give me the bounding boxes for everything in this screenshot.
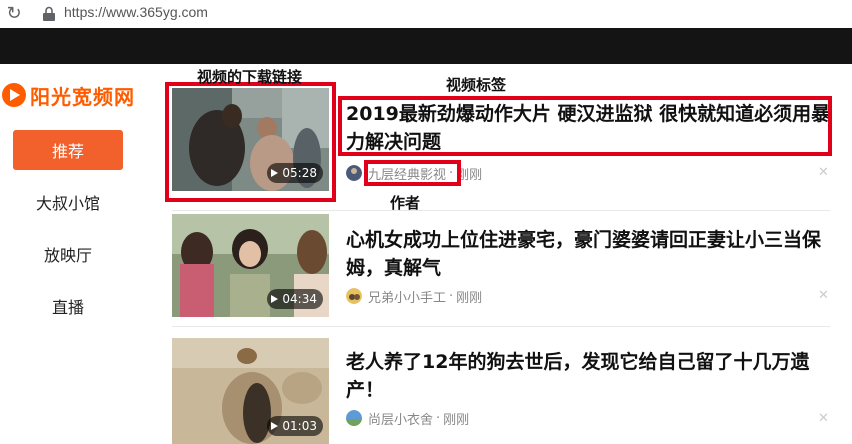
author-avatar[interactable] <box>346 165 362 181</box>
url-field[interactable]: https://www.365yg.com <box>64 4 208 20</box>
logo-text: 阳光宽频网 <box>30 84 135 109</box>
sidebar-item-live[interactable]: 直播 <box>13 294 123 318</box>
play-logo-icon <box>2 83 26 107</box>
annotation-label-download: 视频的下载链接 <box>197 68 303 86</box>
author-avatar[interactable] <box>346 410 362 426</box>
annotation-box-thumbnail <box>165 82 336 202</box>
dismiss-icon[interactable]: ✕ <box>818 411 829 426</box>
sidebar-item-label: 大叔小馆 <box>35 194 100 213</box>
play-icon <box>271 295 279 303</box>
site-top-bar <box>0 28 852 64</box>
video-title[interactable]: 心机女成功上位住进豪宅，豪门婆婆请回正妻让小三当保姆，真解气 <box>346 226 836 282</box>
video-thumbnail[interactable]: 04:34 <box>172 214 329 317</box>
annotation-box-author <box>364 160 461 186</box>
feed-divider <box>172 326 830 327</box>
play-icon <box>271 422 279 430</box>
publish-time: 刚刚 <box>456 290 483 306</box>
publish-time: 刚刚 <box>443 412 470 428</box>
annotation-box-title <box>338 96 832 156</box>
video-duration: 01:03 <box>267 416 323 436</box>
video-duration: 04:34 <box>267 289 323 309</box>
video-meta: 兄弟小小手工 · 刚刚 <box>346 287 483 306</box>
sidebar-item-dashu[interactable]: 大叔小馆 <box>13 190 123 214</box>
dismiss-icon[interactable]: ✕ <box>818 165 829 180</box>
feed-divider <box>172 210 830 211</box>
sidebar-item-recommend[interactable]: 推荐 <box>13 130 123 170</box>
video-thumbnail[interactable]: 01:03 <box>172 338 329 444</box>
site-logo[interactable]: 阳光宽频网 <box>0 80 135 110</box>
author-name[interactable]: 尚层小衣舍 <box>368 409 433 428</box>
video-meta: 尚层小衣舍 · 刚刚 <box>346 409 470 428</box>
author-avatar[interactable] <box>346 288 362 304</box>
browser-address-bar: ↻ https://www.365yg.com <box>0 0 852 28</box>
annotation-label-title: 视频标签 <box>446 76 507 94</box>
sidebar-item-cinema[interactable]: 放映厅 <box>13 242 123 266</box>
reload-icon[interactable]: ↻ <box>4 4 24 24</box>
video-title[interactable]: 老人养了12年的狗去世后，发现它给自己留了十几万遗产！ <box>346 348 836 404</box>
annotation-label-author: 作者 <box>390 194 421 212</box>
dismiss-icon[interactable]: ✕ <box>818 288 829 303</box>
author-name[interactable]: 兄弟小小手工 <box>368 287 446 306</box>
lock-icon <box>43 6 55 21</box>
